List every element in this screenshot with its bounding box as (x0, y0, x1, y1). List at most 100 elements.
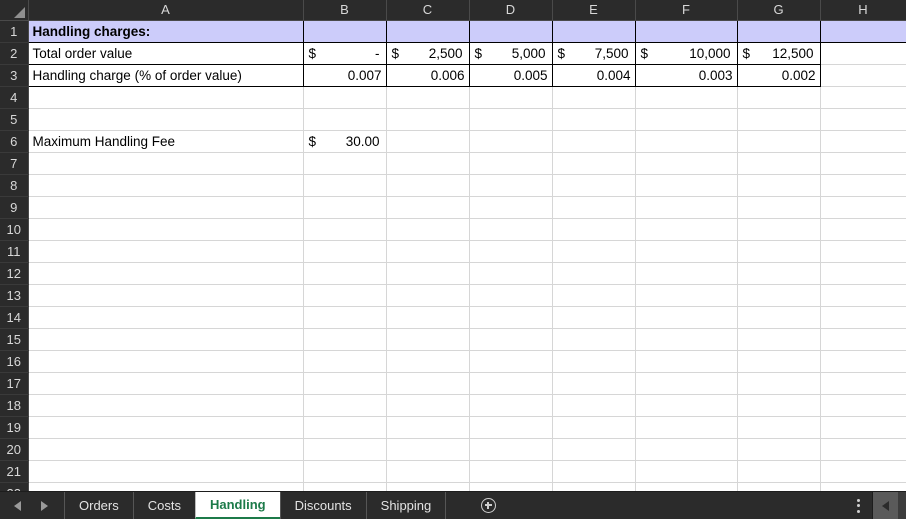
cell-d10[interactable] (469, 218, 553, 241)
cell-e13[interactable] (552, 284, 636, 307)
horizontal-scrollbar-track[interactable] (898, 492, 906, 519)
cell-c12[interactable] (386, 262, 470, 285)
cell-b16[interactable] (303, 350, 387, 373)
row-header-18[interactable]: 18 (0, 394, 29, 417)
cell-g20[interactable] (737, 438, 821, 461)
cell-b8[interactable] (303, 174, 387, 197)
row-header-3[interactable]: 3 (0, 64, 29, 87)
cell-b2[interactable]: $ - (303, 42, 387, 65)
cell-h18[interactable] (820, 394, 906, 417)
sheet-tab-costs[interactable]: Costs (132, 492, 196, 519)
cell-h13[interactable] (820, 284, 906, 307)
cell-a3[interactable]: Handling charge (% of order value) (27, 64, 304, 87)
cell-g10[interactable] (737, 218, 821, 241)
cell-h8[interactable] (820, 174, 906, 197)
cell-f9[interactable] (635, 196, 738, 219)
cell-d20[interactable] (469, 438, 553, 461)
cell-b6[interactable]: $ 30.00 (303, 130, 387, 153)
cell-d17[interactable] (469, 372, 553, 395)
cell-h9[interactable] (820, 196, 906, 219)
cell-a7[interactable] (28, 152, 304, 175)
cell-b3[interactable]: 0.007 (303, 64, 387, 87)
row-header-14[interactable]: 14 (0, 306, 29, 329)
column-header-a[interactable]: A (28, 0, 304, 21)
cell-b14[interactable] (303, 306, 387, 329)
cell-e21[interactable] (552, 460, 636, 483)
column-header-c[interactable]: C (386, 0, 470, 21)
cell-b9[interactable] (303, 196, 387, 219)
sheet-tab-shipping[interactable]: Shipping (365, 492, 447, 519)
cell-c16[interactable] (386, 350, 470, 373)
cell-e15[interactable] (552, 328, 636, 351)
cell-g13[interactable] (737, 284, 821, 307)
cell-a16[interactable] (28, 350, 304, 373)
cell-e6[interactable] (552, 130, 636, 153)
cell-c18[interactable] (386, 394, 470, 417)
cell-e11[interactable] (552, 240, 636, 263)
sheet-options-button[interactable] (845, 492, 872, 519)
cell-b21[interactable] (303, 460, 387, 483)
cell-a17[interactable] (28, 372, 304, 395)
cell-a9[interactable] (28, 196, 304, 219)
chevron-right-icon[interactable] (41, 500, 48, 511)
cell-d7[interactable] (469, 152, 553, 175)
row-header-19[interactable]: 19 (0, 416, 29, 439)
cell-e20[interactable] (552, 438, 636, 461)
cell-f20[interactable] (635, 438, 738, 461)
cell-b17[interactable] (303, 372, 387, 395)
row-header-2[interactable]: 2 (0, 42, 29, 65)
spreadsheet-grid[interactable]: A B C D E F G H 1 Handling charges: 2 To… (0, 0, 906, 491)
cell-c2[interactable]: $ 2,500 (386, 42, 470, 65)
sheet-tab-discounts[interactable]: Discounts (279, 492, 367, 519)
cell-g1[interactable] (737, 19, 821, 43)
cell-b10[interactable] (303, 218, 387, 241)
row-header-4[interactable]: 4 (0, 86, 29, 109)
cell-c4[interactable] (386, 86, 470, 109)
cell-d1[interactable] (469, 19, 553, 43)
horizontal-scrollbar-left-button[interactable] (872, 492, 898, 519)
cell-c21[interactable] (386, 460, 470, 483)
cell-c17[interactable] (386, 372, 470, 395)
cell-a10[interactable] (28, 218, 304, 241)
cell-d8[interactable] (469, 174, 553, 197)
cell-e2[interactable]: $ 7,500 (552, 42, 636, 65)
cell-h17[interactable] (820, 372, 906, 395)
row-header-7[interactable]: 7 (0, 152, 29, 175)
cell-b20[interactable] (303, 438, 387, 461)
cell-h19[interactable] (820, 416, 906, 439)
cell-e12[interactable] (552, 262, 636, 285)
row-header-8[interactable]: 8 (0, 174, 29, 197)
cell-g7[interactable] (737, 152, 821, 175)
cell-c22[interactable] (386, 482, 470, 491)
cell-a8[interactable] (28, 174, 304, 197)
cell-g4[interactable] (737, 86, 821, 109)
cell-e9[interactable] (552, 196, 636, 219)
cell-a22[interactable] (28, 482, 304, 491)
cell-h1[interactable] (820, 19, 906, 43)
cell-a2[interactable]: Total order value (27, 42, 304, 65)
cell-f3[interactable]: 0.003 (635, 64, 738, 87)
cell-e7[interactable] (552, 152, 636, 175)
cell-f17[interactable] (635, 372, 738, 395)
cell-h12[interactable] (820, 262, 906, 285)
cell-c11[interactable] (386, 240, 470, 263)
cell-e16[interactable] (552, 350, 636, 373)
row-header-10[interactable]: 10 (0, 218, 29, 241)
cell-e22[interactable] (552, 482, 636, 491)
row-header-20[interactable]: 20 (0, 438, 29, 461)
cell-b1[interactable] (303, 19, 387, 43)
cell-f2[interactable]: $ 10,000 (635, 42, 738, 65)
cell-a19[interactable] (28, 416, 304, 439)
cell-h6[interactable] (820, 130, 906, 153)
cell-f12[interactable] (635, 262, 738, 285)
cell-a4[interactable] (28, 86, 304, 109)
cell-c9[interactable] (386, 196, 470, 219)
cell-d19[interactable] (469, 416, 553, 439)
cell-d5[interactable] (469, 108, 553, 131)
cell-f6[interactable] (635, 130, 738, 153)
row-header-6[interactable]: 6 (0, 130, 29, 153)
cell-g5[interactable] (737, 108, 821, 131)
cell-d22[interactable] (469, 482, 553, 491)
cell-h5[interactable] (820, 108, 906, 131)
cell-b13[interactable] (303, 284, 387, 307)
